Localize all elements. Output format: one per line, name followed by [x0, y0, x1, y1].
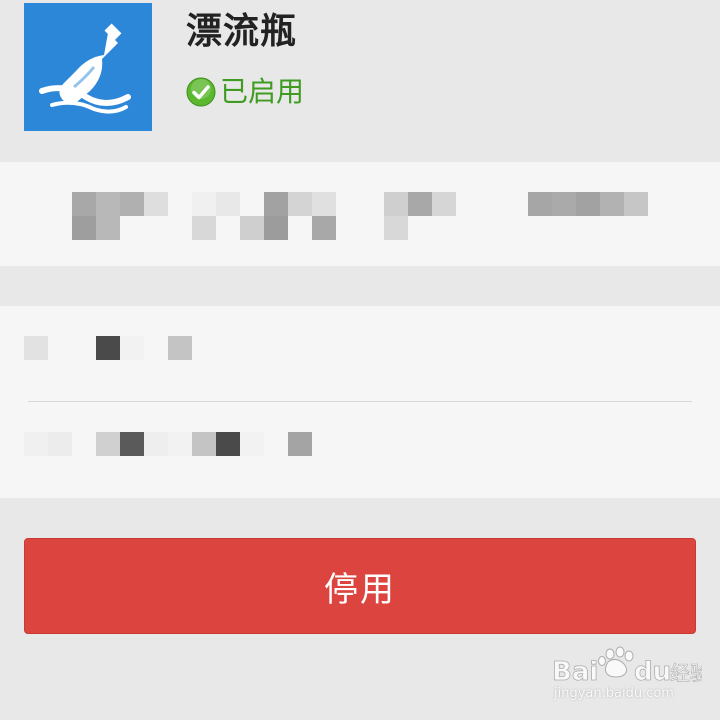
settings-section — [0, 306, 720, 498]
baidu-watermark: Bai du 经验 jingyan.baidu.com — [552, 646, 712, 706]
svg-text:du: du — [634, 657, 671, 686]
app-name: 漂流瓶 — [186, 11, 298, 52]
message-bottle-icon — [24, 3, 152, 131]
disable-button[interactable]: 停用 — [24, 538, 696, 634]
status-label: 已启用 — [220, 75, 305, 108]
description-section — [0, 162, 720, 266]
baidu-logo: Bai du 经验 — [552, 646, 702, 686]
check-circle-icon — [186, 77, 216, 107]
status-indicator: 已启用 — [186, 74, 304, 110]
svg-text:经验: 经验 — [670, 661, 702, 685]
app-header: 漂流瓶 已启用 — [0, 0, 720, 162]
svg-text:Bai: Bai — [552, 657, 598, 686]
settings-row[interactable] — [0, 306, 720, 402]
watermark-url: jingyan.baidu.com — [554, 686, 674, 701]
settings-row[interactable] — [0, 402, 720, 498]
